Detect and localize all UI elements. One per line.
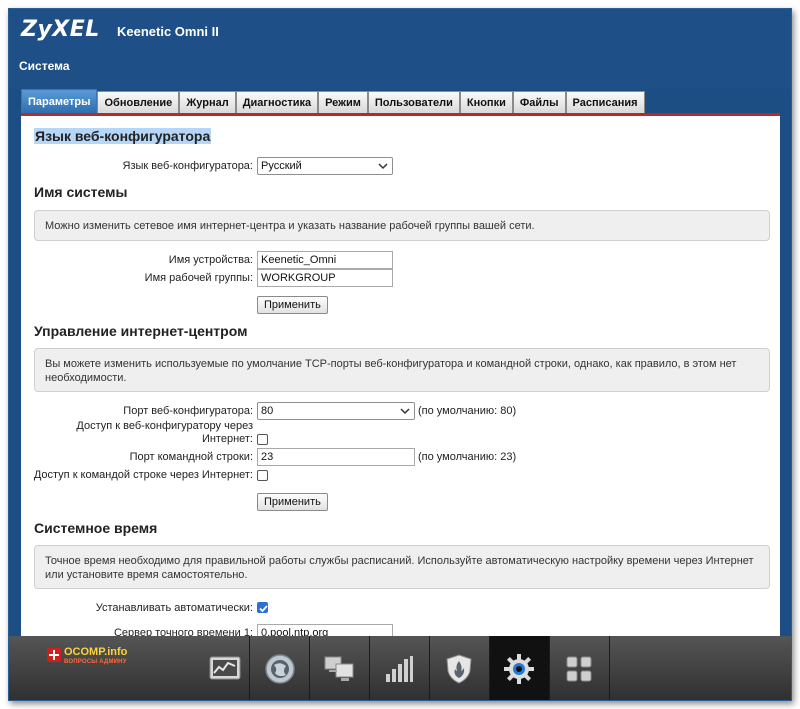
network-computers-icon[interactable] xyxy=(318,648,360,690)
tab-files[interactable]: Файлы xyxy=(512,91,566,113)
cross-icon xyxy=(47,648,61,662)
zyxel-logo: ZyXEL xyxy=(21,17,100,42)
device-name-label: Имя устройства: xyxy=(168,254,253,266)
system-name-info: Можно изменить сетевое имя интернет-цент… xyxy=(34,210,770,241)
workgroup-input[interactable]: WORKGROUP xyxy=(257,269,393,287)
web-port-label: Порт веб-конфигуратора: xyxy=(123,405,253,417)
web-access-label-line1: Доступ к веб-конфигуратору через xyxy=(76,420,253,432)
signal-bars-icon[interactable] xyxy=(378,648,420,690)
web-port-value: 80 xyxy=(261,405,274,417)
tab-update[interactable]: Обновление xyxy=(97,91,180,113)
tab-log[interactable]: Журнал xyxy=(179,91,236,113)
system-time-heading: Системное время xyxy=(34,520,158,536)
tab-buttons[interactable]: Кнопки xyxy=(459,91,513,113)
system-name-heading: Имя системы xyxy=(34,184,128,200)
web-port-select[interactable]: 80 xyxy=(257,402,415,420)
ocomp-watermark: OCOMP.info ВОПРОСЫ АДМИНУ xyxy=(47,646,127,666)
cli-access-label: Доступ к командой строке через Интернет: xyxy=(33,469,253,481)
language-heading: Язык веб-конфигуратора xyxy=(34,128,212,144)
apply-management-button[interactable]: Применить xyxy=(257,493,328,511)
tab-schedules[interactable]: Расписания xyxy=(565,91,645,113)
router-window: ZyXEL Keenetic Omni II Система Параметры… xyxy=(8,8,792,701)
cli-access-checkbox[interactable] xyxy=(257,470,268,481)
watermark-main: OCOMP.info xyxy=(64,646,128,658)
web-access-checkbox[interactable] xyxy=(257,434,268,445)
cli-port-default: (по умолчанию: 23) xyxy=(418,451,517,463)
model-name: Keenetic Omni II xyxy=(117,24,219,39)
watermark-sub: ВОПРОСЫ АДМИНУ xyxy=(64,659,127,665)
tab-mode[interactable]: Режим xyxy=(318,91,368,113)
settings-panel: Язык веб-конфигуратора Язык веб-конфигур… xyxy=(21,113,780,643)
language-select[interactable]: Русский xyxy=(257,157,393,175)
globe-icon[interactable] xyxy=(259,648,301,690)
shield-icon[interactable] xyxy=(438,648,480,690)
section-title: Система xyxy=(19,59,70,73)
header: ZyXEL Keenetic Omni II Система xyxy=(9,9,791,89)
tab-diagnostics[interactable]: Диагностика xyxy=(235,91,319,113)
auto-time-label: Устанавливать автоматически: xyxy=(95,602,253,614)
device-name-input[interactable]: Keenetic_Omni xyxy=(257,251,393,269)
tab-users[interactable]: Пользователи xyxy=(367,91,460,113)
chevron-down-icon xyxy=(400,408,410,415)
system-time-info: Точное время необходимо для правильной р… xyxy=(34,545,770,589)
language-value: Русский xyxy=(261,160,302,172)
apply-system-name-button[interactable]: Применить xyxy=(257,296,328,314)
cli-port-label: Порт командной строки: xyxy=(129,451,253,463)
language-label: Язык веб-конфигуратора: xyxy=(122,160,253,172)
workgroup-label: Имя рабочей группы: xyxy=(144,272,253,284)
gear-icon[interactable] xyxy=(498,648,540,690)
management-info: Вы можете изменить используемые по умолч… xyxy=(34,348,770,392)
tab-bar: Параметры Обновление Журнал Диагностика … xyxy=(21,89,645,113)
web-access-label-line2: Интернет: xyxy=(201,433,253,445)
cli-port-input[interactable]: 23 xyxy=(257,448,415,466)
web-access-label: Доступ к веб-конфигуратору через Интерне… xyxy=(61,420,253,446)
auto-time-checkbox[interactable] xyxy=(257,602,268,613)
monitor-chart-icon[interactable] xyxy=(204,648,246,690)
chevron-down-icon xyxy=(378,163,388,170)
tab-parameters[interactable]: Параметры xyxy=(21,89,98,113)
apps-grid-icon[interactable] xyxy=(558,648,600,690)
web-port-default: (по умолчанию: 80) xyxy=(418,405,517,417)
bottom-taskbar: OCOMP.info ВОПРОСЫ АДМИНУ xyxy=(9,636,791,700)
checkmark-icon xyxy=(259,605,268,613)
management-heading: Управление интернет-центром xyxy=(34,323,248,339)
